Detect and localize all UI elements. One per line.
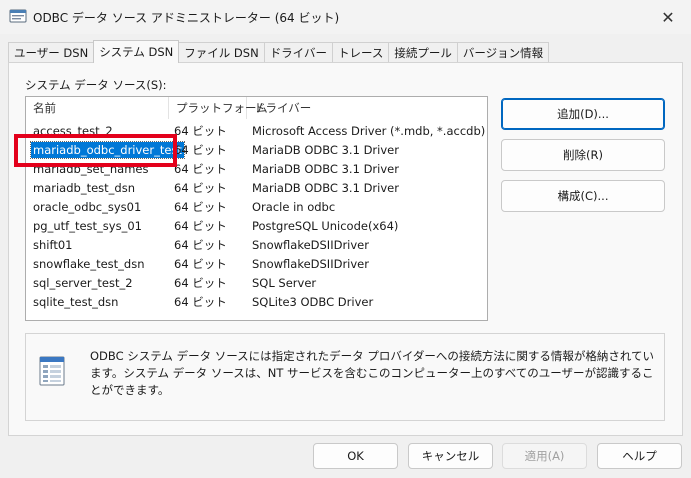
row-driver: SnowflakeDSIIDriver [252,237,369,252]
tab-strip: ユーザー DSN システム DSN ファイル DSN ドライバー トレース 接続… [8,40,550,63]
add-button[interactable]: 追加(D)... [501,98,665,130]
table-row[interactable]: mariadb_test_dsn 64 ビット MariaDB ODBC 3.1… [26,178,487,197]
highlight-annotation-box [14,134,177,167]
table-row[interactable]: sqlite_test_dsn 64 ビット SQLite3 ODBC Driv… [26,292,487,311]
close-icon: ✕ [661,7,675,27]
row-name: sql_server_test_2 [33,275,133,290]
row-platform: 64 ビット [174,275,227,290]
row-driver: SQLite3 ODBC Driver [252,294,374,309]
system-data-sources-label: システム データ ソース(S): [25,78,167,92]
tab-drivers[interactable]: ドライバー [263,42,333,63]
row-driver: Microsoft Access Driver (*.mdb, *.accdb) [252,123,486,138]
table-row[interactable]: shift01 64 ビット SnowflakeDSIIDriver [26,235,487,254]
title-bar: ODBC データ ソース アドミニストレーター (64 ビット) ✕ [0,0,691,34]
row-name: snowflake_test_dsn [33,256,145,271]
tab-tracing[interactable]: トレース [331,42,390,63]
row-platform: 64 ビット [174,123,227,138]
row-name: sqlite_test_dsn [33,294,119,309]
close-button[interactable]: ✕ [645,0,691,34]
tab-user-dsn[interactable]: ユーザー DSN [8,42,95,63]
row-driver: MariaDB ODBC 3.1 Driver [252,161,399,176]
table-row[interactable]: sql_server_test_2 64 ビット SQL Server [26,273,487,292]
help-button[interactable]: ヘルプ [597,443,682,469]
apply-button[interactable]: 適用(A) [502,443,587,469]
row-name: oracle_odbc_sys01 [33,199,142,214]
table-row[interactable]: snowflake_test_dsn 64 ビット SnowflakeDSIID… [26,254,487,273]
row-platform: 64 ビット [174,142,227,157]
data-source-table-icon [39,356,65,386]
row-driver: MariaDB ODBC 3.1 Driver [252,142,399,157]
row-platform: 64 ビット [174,218,227,233]
table-row[interactable]: pg_utf_test_sys_01 64 ビット PostgreSQL Uni… [26,216,487,235]
column-header-driver[interactable]: ドライバー [247,97,487,119]
column-header-name[interactable]: 名前 [26,97,169,119]
row-driver: PostgreSQL Unicode(x64) [252,218,399,233]
remove-button[interactable]: 削除(R) [501,139,665,171]
row-driver: Oracle in odbc [252,199,336,214]
row-platform: 64 ビット [174,199,227,214]
info-box: ODBC システム データ ソースには指定されたデータ プロバイダーへの接続方法… [25,333,665,421]
row-driver: MariaDB ODBC 3.1 Driver [252,180,399,195]
row-name: mariadb_test_dsn [33,180,135,195]
column-header-platform[interactable]: プラットフォーム [169,97,268,119]
system-data-source-list[interactable]: 名前 プラットフォーム ドライバー access_test_2 64 ビット M… [25,96,488,321]
tab-file-dsn[interactable]: ファイル DSN [178,42,265,63]
cancel-button[interactable]: キャンセル [408,443,493,469]
row-platform: 64 ビット [174,294,227,309]
list-header: 名前 プラットフォーム ドライバー [26,97,487,119]
system-dsn-panel: システム データ ソース(S): 名前 プラットフォーム ドライバー acces… [8,62,683,436]
row-driver: SnowflakeDSIIDriver [252,256,369,271]
tab-connection-pooling[interactable]: 接続プール [388,42,458,63]
configure-button[interactable]: 構成(C)... [501,180,665,212]
row-platform: 64 ビット [174,161,227,176]
info-description: ODBC システム データ ソースには指定されたデータ プロバイダーへの接続方法… [90,349,655,397]
ok-button[interactable]: OK [313,443,398,469]
odbc-app-icon [9,9,27,23]
row-platform: 64 ビット [174,180,227,195]
window-title: ODBC データ ソース アドミニストレーター (64 ビット) [33,11,340,25]
row-platform: 64 ビット [174,256,227,271]
tab-about[interactable]: バージョン情報 [456,42,550,63]
row-driver: SQL Server [252,275,317,290]
tab-system-dsn[interactable]: システム DSN [93,40,180,63]
row-platform: 64 ビット [174,237,227,252]
row-name: pg_utf_test_sys_01 [33,218,142,233]
table-row[interactable]: oracle_odbc_sys01 64 ビット Oracle in odbc [26,197,487,216]
row-name: shift01 [33,237,73,252]
